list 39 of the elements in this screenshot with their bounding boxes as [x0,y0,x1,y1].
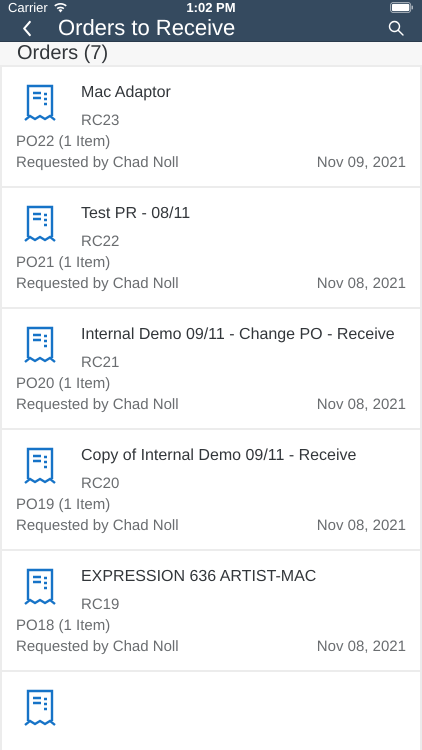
order-date: Nov 08, 2021 [316,637,406,657]
order-card[interactable]: Copy of Internal Demo 09/11 - Receive RC20 PO19 (1 Item) Requested by Chad Noll Nov 08, 2021 [2,430,420,549]
carrier-label: Carrier [8,0,48,15]
order-code: RC22 [81,232,120,252]
back-icon [22,20,32,36]
order-code: RC20 [81,474,120,494]
order-card[interactable]: EXPRESSION 636 ARTIST-MAC RC19 PO18 (1 Item) Requested by Chad Noll Nov 08, 2021 [2,551,420,670]
order-card[interactable]: Internal Demo 09/11 - Change PO - Receive RC21 PO20 (1 Item) Requested by Chad Noll Nov 08, 2021 [2,309,420,428]
order-date: Nov 08, 2021 [316,274,406,294]
po-number: PO20 (1 Item) [16,374,112,394]
order-title: EXPRESSION 636 ARTIST-MAC [81,567,316,587]
order-code: RC19 [81,595,120,615]
search-button[interactable] [386,18,406,38]
order-date: Nov 08, 2021 [316,516,406,536]
wifi-icon [52,2,68,13]
order-code: RC21 [81,353,120,373]
requester-label: Requested by Chad Noll [16,153,179,173]
order-card[interactable]: Test PR - 08/11 RC22 PO21 (1 Item) Requested by Chad Noll Nov 08, 2021 [2,188,420,307]
order-title: Mac Adaptor [81,83,171,103]
requester-label: Requested by Chad Noll [16,637,179,657]
po-number: PO18 (1 Item) [16,616,112,636]
search-icon [388,20,404,36]
requester-label: Requested by Chad Noll [16,395,179,415]
order-date: Nov 09, 2021 [316,153,406,173]
order-date: Nov 08, 2021 [316,395,406,415]
po-number: PO22 (1 Item) [16,132,112,152]
order-title: Internal Demo 09/11 - Change PO - Receive [81,325,395,345]
po-number: PO19 (1 Item) [16,495,112,515]
requester-label: Requested by Chad Noll [16,516,179,536]
order-code: RC23 [81,111,120,131]
section-title: Orders (7) [17,42,108,65]
clock-time: 1:02 PM [186,0,236,15]
requester-label: Requested by Chad Noll [16,274,179,294]
order-card[interactable]: Mac Adaptor RC23 PO22 (1 Item) Requested by Chad Noll Nov 09, 2021 [2,67,420,186]
order-title: Test PR - 08/11 [81,204,190,224]
battery-icon [390,2,414,13]
po-number: PO21 (1 Item) [16,253,112,273]
screen-title: Orders to Receive [58,15,236,41]
order-title: Copy of Internal Demo 09/11 - Receive [81,446,356,466]
